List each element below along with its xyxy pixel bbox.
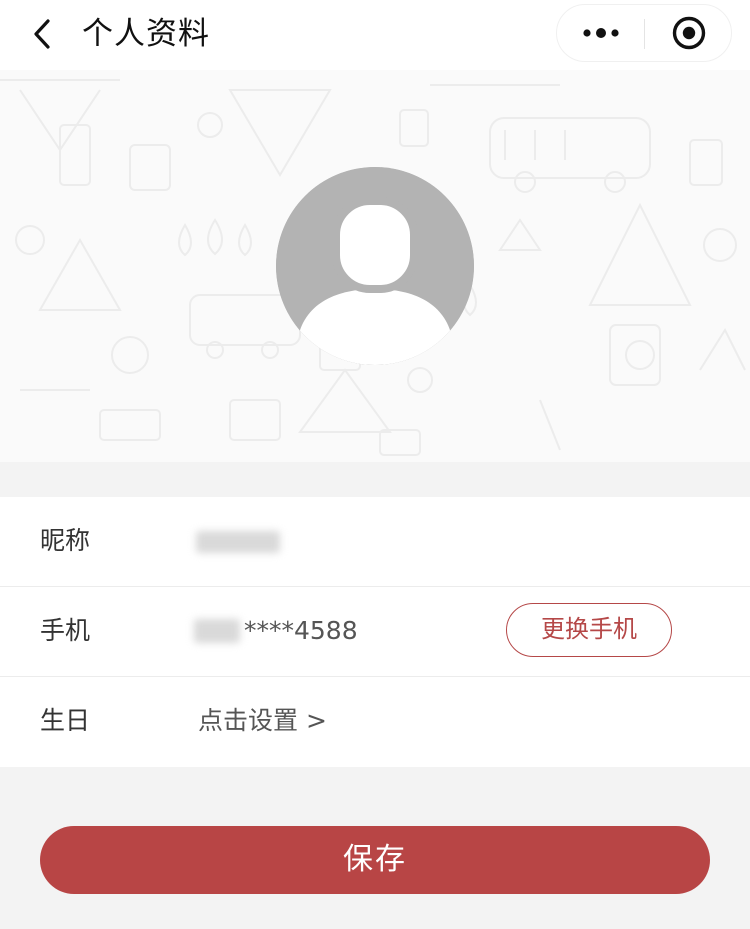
mini-program-capsule bbox=[556, 4, 732, 62]
profile-header bbox=[0, 70, 750, 462]
target-circle-icon bbox=[672, 16, 705, 50]
birthday-row[interactable]: 生日 点击设置 > bbox=[0, 677, 750, 767]
page-title: 个人资料 bbox=[82, 16, 210, 52]
nickname-value-obscured bbox=[196, 531, 280, 553]
close-button[interactable] bbox=[645, 5, 732, 61]
phone-row: 手机 ****4588 更换手机 bbox=[0, 587, 750, 677]
chevron-left-icon bbox=[34, 19, 50, 49]
phone-label: 手机 bbox=[40, 616, 91, 645]
more-dots-icon bbox=[582, 28, 619, 38]
avatar[interactable] bbox=[276, 167, 474, 365]
top-nav-bar: 个人资料 bbox=[0, 0, 750, 70]
phone-value: ****4588 bbox=[244, 616, 358, 645]
more-button[interactable] bbox=[557, 5, 644, 61]
profile-form: 昵称 手机 ****4588 更换手机 生日 点击设置 > bbox=[0, 497, 750, 767]
birthday-set-link[interactable]: 点击设置 > bbox=[198, 703, 327, 739]
back-button[interactable] bbox=[22, 12, 62, 56]
birthday-label: 生日 bbox=[40, 706, 91, 735]
phone-prefix-obscured bbox=[194, 619, 240, 643]
nickname-label: 昵称 bbox=[40, 526, 91, 555]
save-button[interactable]: 保存 bbox=[40, 826, 710, 894]
default-avatar-icon bbox=[276, 167, 474, 365]
change-phone-button[interactable]: 更换手机 bbox=[506, 603, 672, 657]
nickname-row[interactable]: 昵称 bbox=[0, 497, 750, 587]
